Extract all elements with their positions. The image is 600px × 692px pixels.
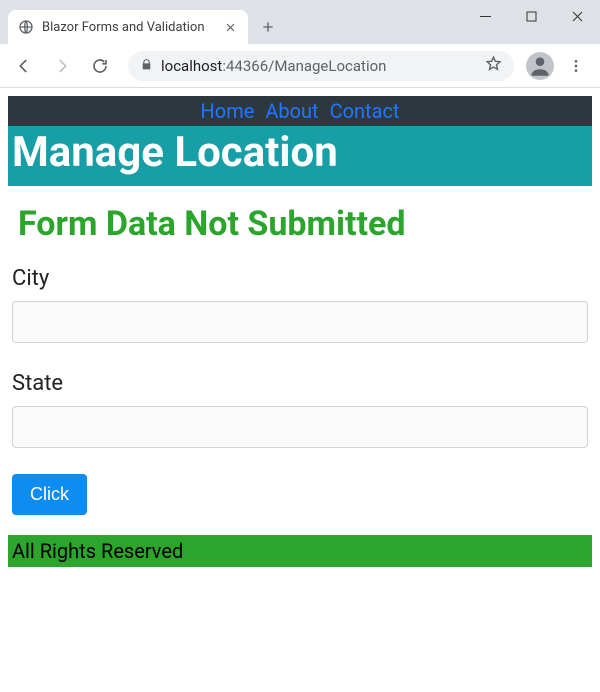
- browser-tab[interactable]: Blazor Forms and Validation: [8, 10, 248, 44]
- browser-chrome: Blazor Forms and Validation: [0, 0, 600, 88]
- url-path: /ManageLocation: [268, 57, 386, 75]
- minimize-button[interactable]: [462, 0, 508, 32]
- form-area: Form Data Not Submitted City State Click: [8, 186, 592, 535]
- page-viewport: Home About Contact Manage Location Form …: [0, 88, 600, 575]
- lock-icon: [140, 57, 153, 75]
- nav-link-about[interactable]: About: [265, 99, 318, 123]
- back-button[interactable]: [8, 50, 40, 82]
- tab-title: Blazor Forms and Validation: [42, 20, 214, 35]
- window-controls: [462, 0, 600, 32]
- browser-toolbar: localhost:44366/ManageLocation: [0, 44, 600, 88]
- url-port: 44366: [226, 57, 268, 75]
- state-input[interactable]: [12, 406, 588, 448]
- site-nav: Home About Contact: [8, 96, 592, 126]
- close-window-button[interactable]: [554, 0, 600, 32]
- titlebar: Blazor Forms and Validation: [0, 0, 600, 44]
- profile-avatar[interactable]: [526, 52, 554, 80]
- new-tab-button[interactable]: [254, 13, 282, 41]
- state-label: State: [12, 371, 588, 396]
- maximize-button[interactable]: [508, 0, 554, 32]
- status-message: Form Data Not Submitted: [12, 196, 588, 260]
- bookmark-star-icon[interactable]: [485, 55, 502, 76]
- url-text: localhost:44366/ManageLocation: [161, 57, 386, 75]
- city-label: City: [12, 266, 588, 291]
- forward-button[interactable]: [46, 50, 78, 82]
- submit-button[interactable]: Click: [12, 474, 87, 515]
- reload-button[interactable]: [84, 50, 116, 82]
- url-host: localhost: [161, 57, 222, 75]
- nav-link-home[interactable]: Home: [201, 99, 255, 123]
- page-title: Manage Location: [8, 126, 592, 186]
- city-input[interactable]: [12, 301, 588, 343]
- footer: All Rights Reserved: [8, 535, 592, 567]
- address-bar[interactable]: localhost:44366/ManageLocation: [128, 51, 514, 81]
- kebab-menu-icon[interactable]: [560, 50, 592, 82]
- globe-icon: [18, 19, 34, 35]
- tab-strip: Blazor Forms and Validation: [0, 0, 282, 44]
- nav-link-contact[interactable]: Contact: [330, 99, 400, 123]
- close-tab-icon[interactable]: [222, 19, 238, 35]
